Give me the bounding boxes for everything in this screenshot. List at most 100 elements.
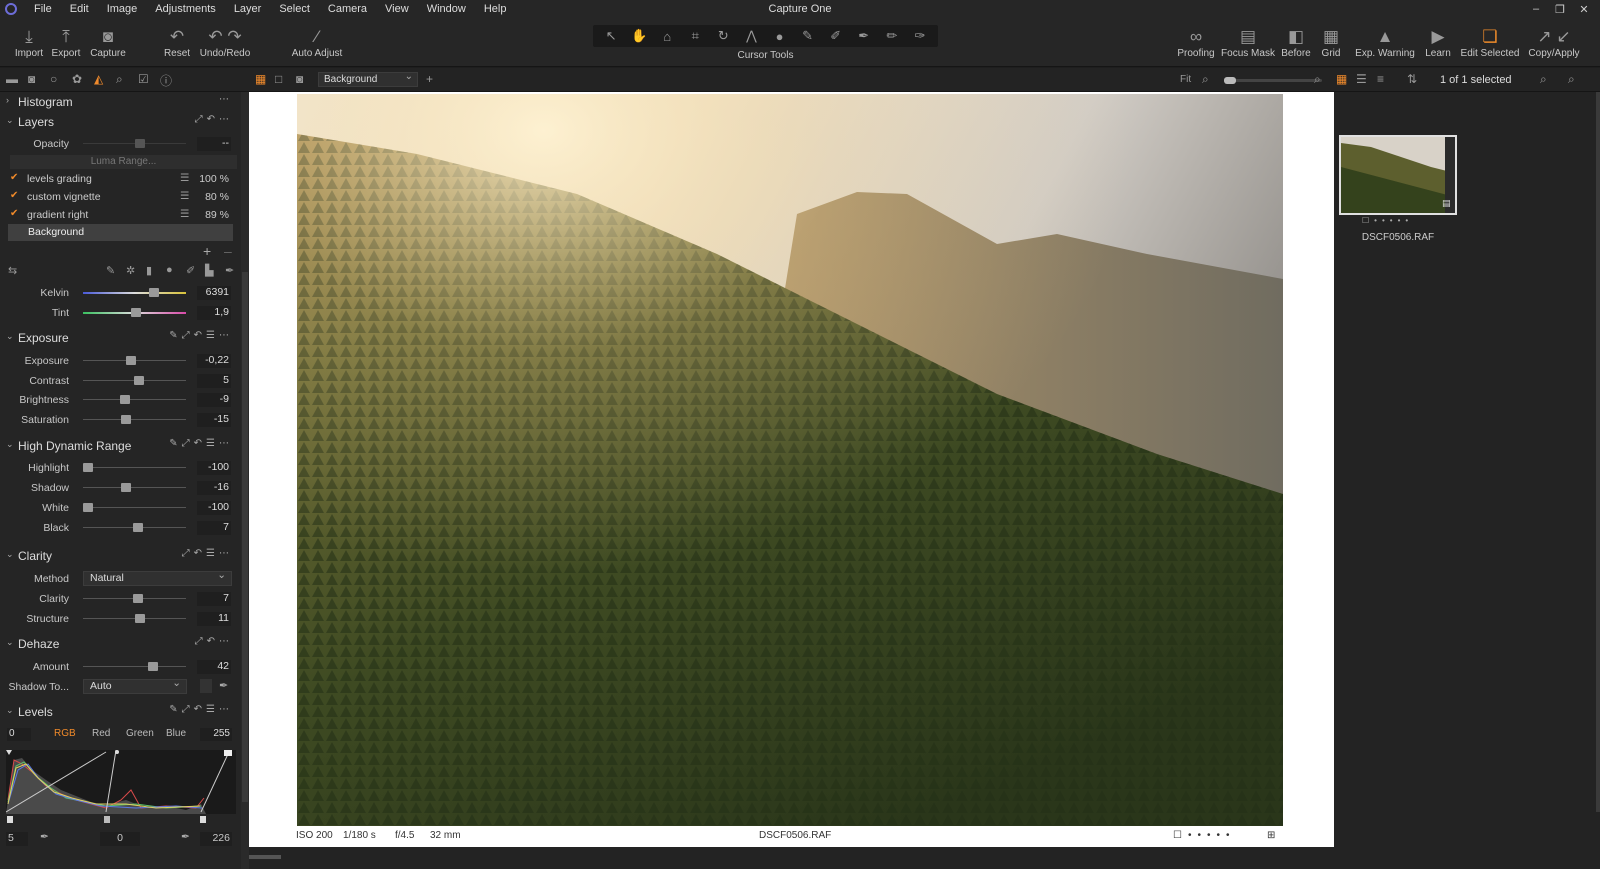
picker-mask-icon[interactable]: ✒: [225, 264, 234, 277]
search-icon[interactable]: ⌕: [1568, 72, 1575, 87]
zoom-slider[interactable]: [1224, 77, 1322, 84]
menu-adjustments[interactable]: Adjustments: [146, 3, 225, 15]
details-view-icon[interactable]: ≡: [1377, 72, 1384, 86]
hdr-value[interactable]: -100: [197, 461, 231, 475]
menu-layer[interactable]: Layer: [225, 3, 271, 15]
menu-image[interactable]: Image: [98, 3, 147, 15]
sort-icon[interactable]: ⇅: [1407, 72, 1417, 86]
picker-icon[interactable]: ✒: [853, 28, 875, 44]
hdr-value[interactable]: -100: [197, 501, 231, 515]
capture-button[interactable]: ◙ Capture: [88, 26, 128, 59]
hdr-slider[interactable]: [83, 503, 186, 512]
undo-redo-button[interactable]: ↶ ↷ Undo/Redo: [198, 26, 252, 59]
draw-mask-icon[interactable]: ✎: [106, 264, 115, 277]
loupe-icon[interactable]: ⌂: [656, 29, 678, 44]
tint-slider[interactable]: [83, 308, 186, 317]
menu-edit[interactable]: Edit: [61, 3, 98, 15]
layer-background[interactable]: Background: [8, 224, 233, 241]
clarity-tool-icons[interactable]: ⤢↶☰⋯: [182, 548, 233, 559]
sliders-icon[interactable]: ☰: [180, 172, 189, 184]
stamp-icon[interactable]: ✏: [881, 28, 903, 44]
variant-select[interactable]: Background: [318, 70, 418, 87]
clarity-slider-knob[interactable]: [132, 594, 143, 603]
levels-tab-red[interactable]: Red: [92, 728, 110, 739]
exposure-value[interactable]: -0,22: [197, 354, 231, 368]
keystone-icon[interactable]: ⋀: [740, 28, 762, 44]
exposure-header[interactable]: ⌄ Exposure ✎⤢↶☰⋯: [0, 328, 241, 348]
exposure-slider[interactable]: [83, 356, 186, 365]
learn-button[interactable]: ▶ Learn: [1421, 26, 1455, 59]
zoom-in-icon[interactable]: ⌕: [1314, 72, 1321, 87]
clarity-slider[interactable]: [83, 594, 186, 603]
sliders-icon[interactable]: ☰: [180, 190, 189, 202]
layer-item[interactable]: ✔ gradient right ☰ 89 %: [8, 207, 233, 223]
capture-tab-icon[interactable]: ◙: [28, 72, 35, 86]
clarity-slider[interactable]: [83, 613, 186, 623]
layer-item[interactable]: ✔ custom vignette ☰ 80 %: [8, 189, 233, 205]
remove-layer-icon[interactable]: –: [224, 243, 232, 259]
checkmark-icon[interactable]: ✔: [10, 208, 18, 219]
eraser-icon[interactable]: ✐: [825, 28, 847, 44]
shadow-tone-select[interactable]: Auto: [83, 677, 187, 694]
more-icon[interactable]: ⋯: [219, 94, 233, 105]
levels-output-low[interactable]: 5: [6, 832, 28, 846]
menu-view[interactable]: View: [376, 3, 418, 15]
hdr-slider-knob[interactable]: [83, 463, 94, 472]
clarity-slider-knob[interactable]: [134, 613, 145, 623]
levels-input-high[interactable]: 255: [200, 728, 232, 741]
levels-header[interactable]: ⌄ Levels ✎⤢↶☰⋯: [0, 702, 241, 722]
erase-mask-icon[interactable]: ✐: [186, 264, 195, 277]
lens-tab-icon[interactable]: ○: [50, 72, 57, 86]
viewer-scroll-thumb[interactable]: [249, 855, 281, 859]
zoom-slider-handle[interactable]: [1224, 77, 1236, 84]
hdr-slider[interactable]: [83, 523, 186, 532]
hdr-header[interactable]: ⌄ High Dynamic Range ✎⤢↶☰⋯: [0, 436, 241, 456]
main-photo[interactable]: [297, 94, 1283, 834]
viewer-mode-icon[interactable]: ◙: [296, 72, 303, 86]
levels-tab-green[interactable]: Green: [126, 728, 154, 739]
tools-panel-scroll-thumb[interactable]: [242, 272, 248, 802]
hdr-value[interactable]: -16: [197, 481, 231, 495]
linear-gradient-icon[interactable]: ▮: [146, 264, 152, 277]
tools-panel-scrollbar[interactable]: [241, 92, 249, 869]
before-button[interactable]: ◧ Before: [1278, 26, 1314, 59]
levels-tab-blue[interactable]: Blue: [166, 728, 186, 739]
levels-mid-point[interactable]: [115, 750, 119, 754]
kelvin-slider[interactable]: [83, 288, 186, 297]
menu-help[interactable]: Help: [475, 3, 516, 15]
layer-item[interactable]: ✔ levels grading ☰ 100 %: [8, 171, 233, 187]
layers-header[interactable]: ⌄ Layers ⤢↶⋯: [0, 112, 241, 132]
levels-input-low-handle[interactable]: [7, 816, 13, 823]
rotate-icon[interactable]: ↻: [712, 28, 734, 44]
add-layer-icon[interactable]: +: [203, 243, 211, 259]
magic-brush-icon[interactable]: ✲: [126, 264, 135, 277]
dehaze-amount-knob[interactable]: [148, 662, 159, 671]
levels-input-low[interactable]: 0: [7, 728, 31, 741]
add-icon[interactable]: +: [426, 72, 433, 86]
hdr-slider[interactable]: [83, 463, 186, 472]
auto-adjust-button[interactable]: ⁄ Auto Adjust: [288, 26, 346, 59]
menu-file[interactable]: File: [25, 3, 61, 15]
exposure-slider-knob[interactable]: [133, 375, 144, 385]
levels-output-low-handle[interactable]: [6, 750, 12, 755]
fill-mask-icon[interactable]: ▙: [205, 264, 213, 277]
hdr-slider-knob[interactable]: [121, 483, 132, 492]
proofing-button[interactable]: ∞ Proofing: [1175, 26, 1217, 59]
shadow-swatch[interactable]: [200, 679, 212, 693]
grid-view-icon[interactable]: ▦: [1336, 72, 1347, 86]
rating-controls[interactable]: ☐•••••: [1173, 830, 1235, 841]
levels-output-high[interactable]: 226: [200, 832, 232, 846]
select-cursor-icon[interactable]: ↖: [600, 28, 622, 44]
levels-tab-rgb[interactable]: RGB: [54, 728, 76, 739]
checkmark-icon[interactable]: ✔: [10, 172, 18, 183]
eyedropper-icon[interactable]: ✒: [219, 679, 228, 692]
exposure-slider[interactable]: [83, 414, 186, 424]
annotate-icon[interactable]: ✑: [909, 28, 931, 44]
color-tab-icon[interactable]: ✿: [72, 72, 82, 86]
import-button[interactable]: ⤓ Import: [13, 26, 45, 59]
eyedropper-light-icon[interactable]: ✒: [181, 831, 190, 843]
thumbnail-rating[interactable]: ☐•••••: [1362, 216, 1413, 225]
exposure-value[interactable]: 5: [197, 373, 231, 388]
crop-icon[interactable]: ⌗: [684, 28, 706, 44]
dehaze-header[interactable]: ⌄ Dehaze ⤢↶⋯: [0, 634, 241, 654]
